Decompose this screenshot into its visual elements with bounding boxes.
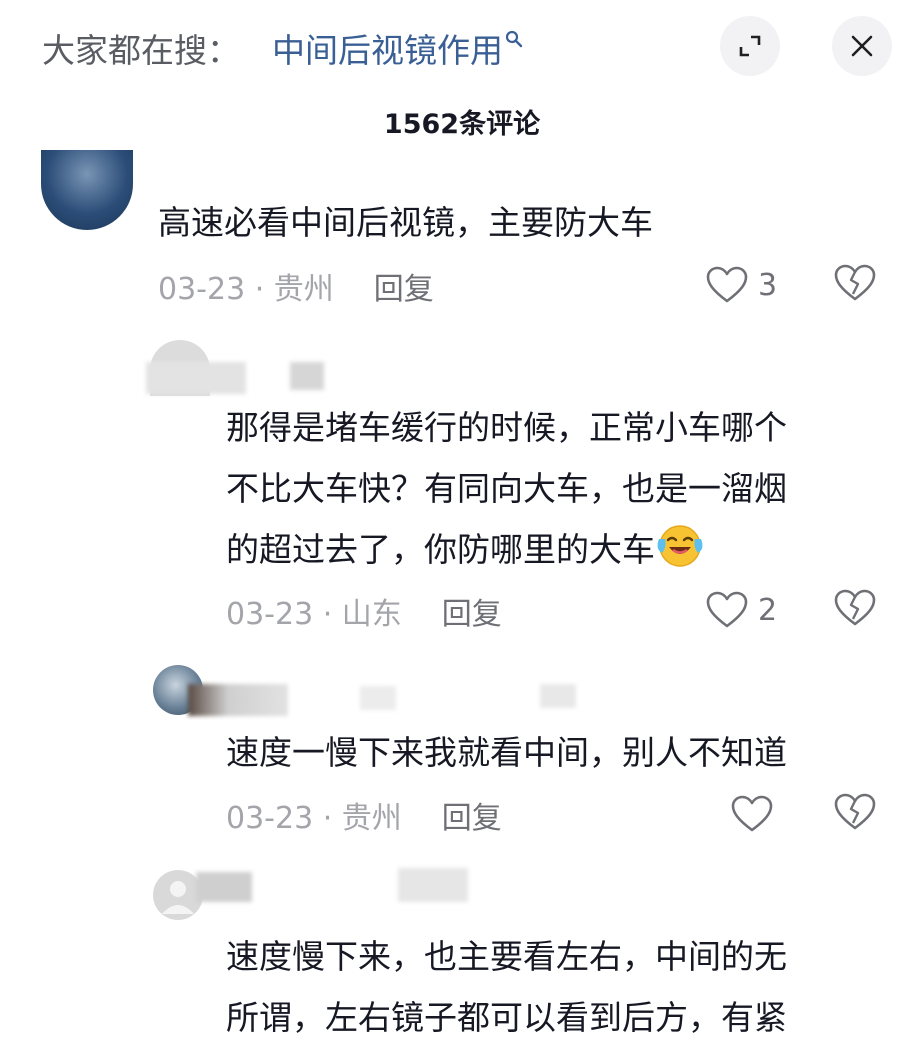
comment-line: 那得是堵车缓行的时候，正常小车哪个 — [226, 408, 787, 447]
comment-line: 的超过去了，你防哪里的大车 — [226, 530, 655, 569]
heart-icon — [731, 795, 773, 832]
username-blurred — [290, 362, 324, 390]
expand-icon — [739, 35, 761, 57]
search-term: 中间后视镜作用 — [272, 31, 503, 70]
comment-count-title: 1562条评论 — [383, 109, 541, 140]
dislike-button[interactable] — [834, 793, 876, 835]
username-blurred — [360, 686, 396, 710]
reply-button[interactable]: 回复 — [374, 272, 434, 307]
comment-date: 03-23 — [226, 597, 314, 632]
username-blurred — [540, 684, 576, 708]
username-blurred — [188, 684, 288, 716]
top-bar: 大家都在搜： 中间后视镜作用 — [0, 0, 924, 92]
broken-heart-icon — [834, 793, 876, 830]
search-prefix-label: 大家都在搜： — [42, 31, 240, 70]
search-icon — [505, 30, 523, 48]
username-blurred — [146, 362, 246, 394]
meta-separator: · — [313, 801, 342, 836]
comment-date: 03-23 — [158, 272, 246, 307]
meta-separator: · — [245, 272, 274, 307]
comment-meta: 03-23 · 贵州 回复 — [158, 264, 434, 308]
comment-text: 那得是堵车缓行的时候，正常小车哪个 不比大车快？有同向大车，也是一溜烟 的超过去… — [226, 397, 787, 580]
comment-text: 速度一慢下来我就看中间，别人不知道 — [226, 733, 787, 772]
comment-meta: 03-23 · 山东 回复 — [226, 589, 502, 633]
reply-button[interactable]: 回复 — [442, 597, 502, 632]
comment-text: 速度慢下来，也主要看左右，中间的无 所谓，左右镜子都可以看到后方，有紧 — [226, 926, 787, 1048]
like-button[interactable] — [731, 792, 783, 836]
comment-line: 不比大车快？有同向大车，也是一溜烟 — [226, 469, 787, 508]
close-icon — [851, 35, 873, 57]
like-count: 3 — [758, 267, 778, 303]
crying-laughing-emoji-icon — [657, 525, 703, 567]
comment-line: 所谓，左右镜子都可以看到后方，有紧 — [226, 998, 787, 1037]
expand-button[interactable] — [720, 16, 780, 76]
comment-text: 高速必看中间后视镜，主要防大车 — [158, 203, 653, 242]
comment-line: 速度慢下来，也主要看左右，中间的无 — [226, 937, 787, 976]
avatar[interactable] — [41, 150, 133, 230]
username-blurred — [398, 868, 468, 902]
comment-date: 03-23 — [226, 801, 314, 836]
comment-line-with-emoji: 的超过去了，你防哪里的大车 — [226, 519, 787, 580]
comment-location: 山东 — [341, 597, 402, 632]
heart-icon — [706, 591, 748, 628]
meta-separator: · — [313, 597, 342, 632]
like-button[interactable]: 3 — [706, 263, 777, 307]
broken-heart-icon — [834, 264, 876, 301]
username-blurred — [196, 872, 252, 902]
search-suggestion-link[interactable]: 中间后视镜作用 — [272, 24, 523, 72]
close-button[interactable] — [832, 16, 892, 76]
comment-location: 贵州 — [273, 272, 334, 307]
comment-meta: 03-23 · 贵州 回复 — [226, 793, 502, 837]
like-button[interactable]: 2 — [706, 588, 777, 632]
like-count: 2 — [758, 592, 778, 628]
dislike-button[interactable] — [834, 589, 876, 631]
heart-icon — [706, 266, 748, 303]
dislike-button[interactable] — [834, 264, 876, 306]
broken-heart-icon — [834, 589, 876, 626]
reply-button[interactable]: 回复 — [442, 801, 502, 836]
comment-location: 贵州 — [341, 801, 402, 836]
